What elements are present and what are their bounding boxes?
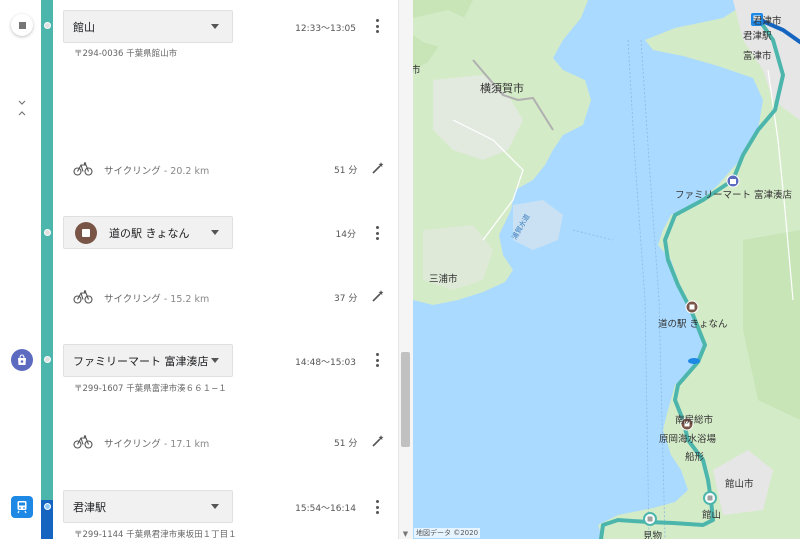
app-root: 館山 12:33〜13:05 〒294-0036 千葉県館山市 サイクリング -… (0, 0, 800, 539)
stop-name: 君津駅 (73, 500, 106, 514)
stop-select-familymart[interactable]: ファミリーマート 富津湊店 (63, 344, 233, 377)
stop-icon (75, 221, 97, 244)
map-label-mimono: 見物 (643, 531, 663, 539)
stop-select-michinoeki[interactable]: 道の駅 きょなん (63, 216, 233, 249)
stop-icon (643, 512, 657, 526)
bicycle-icon (73, 161, 93, 180)
rail-dot (44, 503, 51, 510)
stop-select-tateyama[interactable]: 館山 (63, 10, 233, 43)
chevron-down-icon (211, 358, 219, 363)
segment-distance: - 15.2 km (163, 294, 210, 305)
map-label-tateyama-city: 館山市 (725, 479, 754, 490)
scroll-down-icon[interactable]: ▼ (401, 530, 410, 538)
stop-address: 〒299-1144 千葉県君津市東坂田１丁目１ (74, 530, 237, 539)
segment-mode: サイクリング (104, 166, 161, 177)
segment-duration: 37 分 (334, 294, 358, 304)
stop-square-icon[interactable] (11, 14, 33, 36)
segment-mode: サイクリング (104, 439, 161, 450)
map-label-yokosuka: 横須賀市 (480, 82, 524, 95)
segment-distance: - 20.2 km (163, 166, 210, 177)
chevron-down-icon (211, 24, 219, 29)
route-rail (41, 0, 53, 539)
map-label-futtsu: 富津市 (743, 51, 772, 62)
map-view[interactable]: 市 横須賀市 三浦市 浦賀水道 富津市 君津市 君津駅 ファミリーマート 富津湊… (413, 0, 800, 539)
map-label-kimitsu: 君津市 (753, 16, 782, 27)
map-canvas (413, 0, 800, 539)
segment-label: サイクリング - 17.1 km (104, 436, 209, 450)
scrollbar-thumb[interactable] (401, 352, 410, 447)
segment-duration: 51 分 (334, 166, 358, 176)
stop-icon (703, 491, 717, 505)
map-copyright: 地図データ ©2020 (414, 528, 481, 538)
bicycle-icon (73, 434, 93, 453)
stop-name: ファミリーマート 富津湊店 (73, 354, 209, 368)
map-label-minamiboso: 南房総市 (675, 415, 714, 426)
magic-wand-icon[interactable] (371, 160, 385, 179)
stop-time: 12:33〜13:05 (295, 24, 356, 34)
stop-address: 〒294-0036 千葉県館山市 (74, 49, 178, 59)
stop-time: 14:48〜15:03 (295, 358, 356, 368)
map-label-michinoeki: 道の駅 きょなん (658, 319, 728, 330)
train-station-icon[interactable] (11, 496, 33, 518)
rail-dot (44, 229, 51, 236)
more-options-icon[interactable] (375, 500, 379, 514)
stop-time: 15:54〜16:14 (295, 504, 356, 514)
stop-name: 道の駅 きょなん (109, 226, 190, 240)
shop-icon (726, 174, 740, 188)
rail-dot (44, 22, 51, 29)
segment-label: サイクリング - 15.2 km (104, 291, 209, 305)
segment-mode: サイクリング (104, 294, 161, 305)
stop-address: 〒299-1607 千葉県富津市湊６６１−１ (74, 384, 227, 394)
stop-icon (685, 300, 699, 314)
more-options-icon[interactable] (375, 19, 379, 33)
stop-select-kimitsu-station[interactable]: 君津駅 (63, 490, 233, 523)
map-label-partial: 市 (413, 65, 421, 76)
stop-duration: 14分 (335, 230, 356, 240)
map-label-kimitsu-station: 君津駅 (743, 31, 772, 42)
scrollbar-track[interactable] (398, 0, 413, 539)
more-options-icon[interactable] (375, 353, 379, 367)
map-label-miura: 三浦市 (429, 274, 458, 285)
segment-label: サイクリング - 20.2 km (104, 163, 209, 177)
more-options-icon[interactable] (375, 226, 379, 240)
stop-name: 館山 (73, 20, 95, 34)
rail-dot (44, 356, 51, 363)
bicycle-icon (73, 289, 93, 308)
map-label-familymart: ファミリーマート 富津湊店 (675, 190, 793, 201)
map-label-haraoka: 原岡海水浴場 (659, 434, 717, 445)
segment-duration: 51 分 (334, 439, 358, 449)
chevron-down-icon (211, 230, 219, 235)
magic-wand-icon[interactable] (371, 288, 385, 307)
map-label-tateyama: 館山 (702, 510, 722, 521)
map-label-funagata: 船形 (685, 452, 705, 463)
magic-wand-icon[interactable] (371, 433, 385, 452)
chevron-down-icon (211, 504, 219, 509)
collapse-chevrons-icon[interactable] (16, 96, 28, 120)
segment-distance: - 17.1 km (163, 439, 210, 450)
itinerary-panel: 館山 12:33〜13:05 〒294-0036 千葉県館山市 サイクリング -… (0, 0, 413, 539)
shop-icon[interactable] (11, 349, 33, 371)
